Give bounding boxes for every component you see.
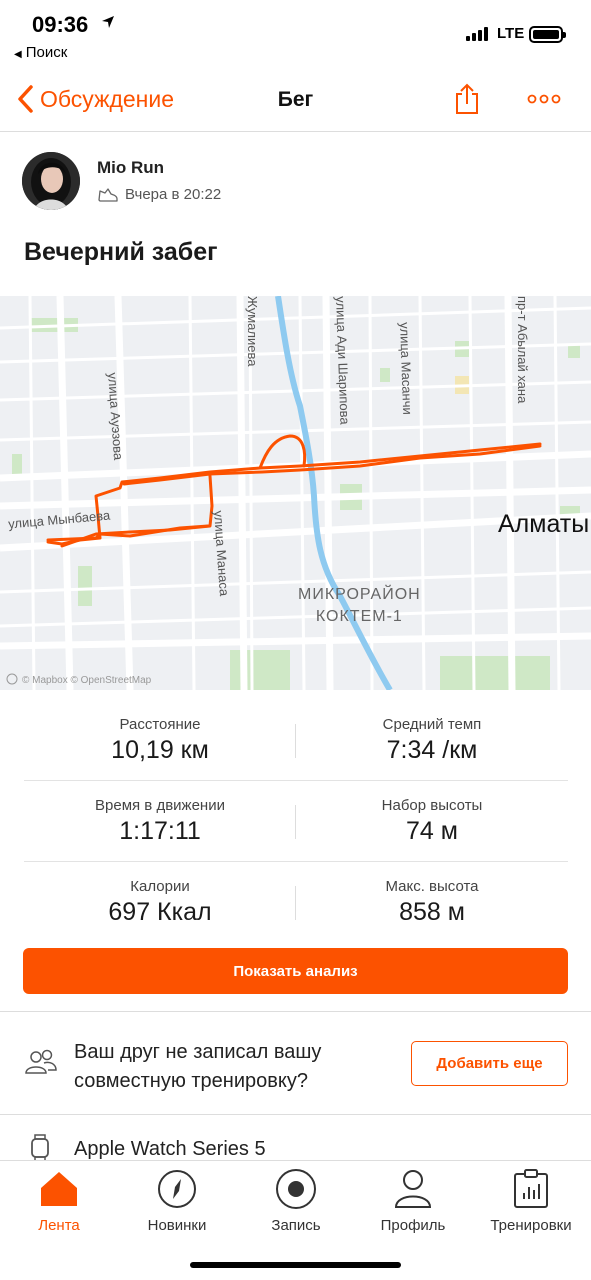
add-more-button[interactable]: Добавить еще bbox=[411, 1041, 568, 1086]
signal-icon bbox=[466, 27, 488, 41]
friend-prompt: Ваш друг не записал вашу совместную трен… bbox=[0, 1012, 591, 1114]
home-indicator bbox=[190, 1262, 401, 1268]
stat-label: Калории bbox=[130, 878, 190, 895]
stat-value: 1:17:11 bbox=[119, 817, 201, 845]
back-triangle-icon: ◀ bbox=[14, 49, 22, 60]
more-icon[interactable] bbox=[527, 94, 561, 104]
activity-title: Вечерний забег bbox=[24, 238, 218, 266]
show-analysis-button[interactable]: Показать анализ bbox=[23, 948, 568, 994]
district-label-line: КОКТЕМ-1 bbox=[315, 608, 403, 625]
stat-calories: Калории 697 Ккал bbox=[24, 878, 296, 927]
tab-record[interactable]: Запись bbox=[241, 1167, 351, 1234]
activity-timestamp: Вчера в 20:22 bbox=[125, 186, 222, 203]
location-arrow-icon bbox=[102, 16, 114, 28]
device-name: Apple Watch Series 5 bbox=[74, 1138, 266, 1160]
stat-elevation-gain: Набор высоты 74 м bbox=[296, 797, 568, 846]
tab-label: Новинки bbox=[147, 1217, 207, 1234]
map-attribution[interactable]: © Mapbox © OpenStreetMap bbox=[22, 675, 151, 686]
share-icon[interactable] bbox=[453, 82, 481, 116]
route-map[interactable]: улица Ауэзова улица Мынбаева улица Манас… bbox=[0, 296, 591, 690]
stats-panel: Расстояние 10,19 км Средний темп 7:34 /к… bbox=[24, 700, 568, 943]
stats-row: Калории 697 Ккал Макс. высота 858 м bbox=[24, 862, 568, 943]
battery-icon bbox=[529, 26, 566, 43]
athlete-name[interactable]: Mio Run bbox=[97, 158, 164, 178]
tab-training[interactable]: Тренировки bbox=[476, 1167, 586, 1234]
shoe-icon bbox=[98, 187, 118, 202]
compass-icon bbox=[158, 1170, 196, 1208]
stat-value: 74 м bbox=[406, 817, 458, 845]
status-back-link[interactable]: ◀ Поиск bbox=[14, 44, 67, 61]
map-canvas bbox=[0, 296, 591, 690]
tab-label: Запись bbox=[271, 1217, 321, 1234]
stat-moving-time: Время в движении 1:17:11 bbox=[24, 797, 296, 846]
stat-value: 10,19 км bbox=[111, 736, 209, 764]
tab-label: Лента bbox=[38, 1217, 80, 1234]
profile-icon bbox=[394, 1170, 432, 1208]
tab-label: Тренировки bbox=[490, 1217, 572, 1234]
stat-label: Средний темп bbox=[382, 716, 482, 733]
stats-row: Расстояние 10,19 км Средний темп 7:34 /к… bbox=[24, 700, 568, 781]
device-row: Apple Watch Series 5 bbox=[0, 1114, 591, 1164]
district-label-line: МИКРОРАЙОН bbox=[298, 586, 421, 603]
street-label: улица Масанчи bbox=[397, 322, 416, 415]
activity-meta: Вчера в 20:22 bbox=[97, 186, 221, 203]
tab-explore[interactable]: Новинки bbox=[122, 1167, 232, 1234]
navigation-bar: Обсуждение Бег bbox=[0, 66, 591, 132]
stat-max-elevation: Макс. высота 858 м bbox=[296, 878, 568, 927]
stats-row: Время в движении 1:17:11 Набор высоты 74… bbox=[24, 781, 568, 862]
status-bar: 09:36 ◀ Поиск LTE bbox=[0, 0, 591, 66]
status-back-label: Поиск bbox=[25, 44, 68, 61]
street-label: пр-т Абылай хана bbox=[515, 296, 530, 404]
people-icon bbox=[25, 1049, 57, 1074]
city-label: Алматы bbox=[498, 510, 590, 538]
stat-label: Время в движении bbox=[95, 797, 225, 814]
stat-label: Макс. высота bbox=[385, 878, 479, 895]
friend-prompt-text: Ваш друг не записал вашу совместную трен… bbox=[74, 1041, 322, 1092]
stat-label: Набор высоты bbox=[381, 797, 483, 814]
stat-distance: Расстояние 10,19 км bbox=[24, 716, 296, 765]
tab-profile[interactable]: Профиль bbox=[358, 1167, 468, 1234]
avatar[interactable] bbox=[22, 152, 80, 210]
tab-label: Профиль bbox=[380, 1217, 446, 1234]
home-icon bbox=[41, 1172, 77, 1206]
record-icon bbox=[276, 1169, 316, 1209]
watch-icon bbox=[31, 1134, 49, 1162]
stat-value: 697 Ккал bbox=[108, 898, 212, 926]
page-title: Бег bbox=[277, 88, 314, 111]
stat-pace: Средний темп 7:34 /км bbox=[296, 716, 568, 765]
stat-value: 7:34 /км bbox=[386, 736, 478, 764]
stat-value: 858 м bbox=[399, 898, 465, 926]
status-time: 09:36 bbox=[32, 12, 89, 37]
stat-label: Расстояние bbox=[119, 716, 201, 733]
street-label: Жумалиева bbox=[245, 296, 260, 367]
tab-feed[interactable]: Лента bbox=[4, 1167, 114, 1234]
network-type: LTE bbox=[497, 25, 525, 42]
training-log-icon bbox=[514, 1169, 548, 1208]
district-label: МИКРОРАЙОН КОКТЕМ-1 bbox=[298, 584, 421, 628]
